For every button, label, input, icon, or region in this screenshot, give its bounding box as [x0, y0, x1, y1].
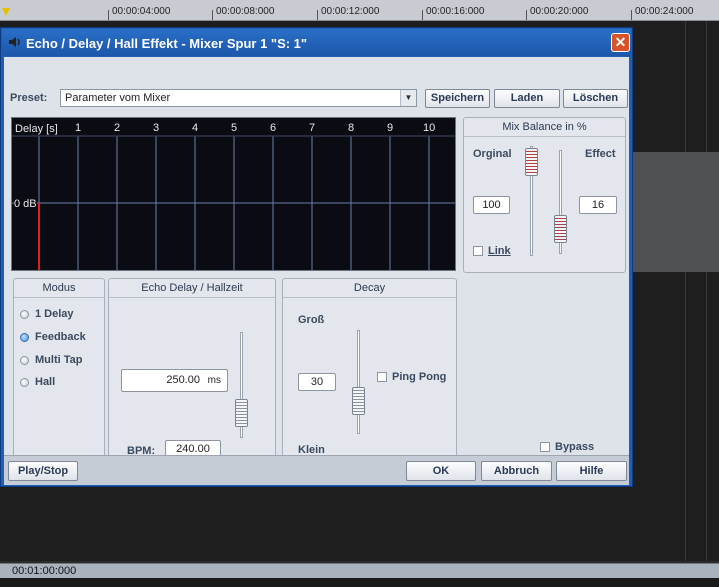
decay-title: Decay — [283, 279, 456, 298]
delay-value-field[interactable]: 250.00 ms — [121, 369, 228, 392]
delay-tick: 7 — [309, 122, 316, 134]
dialog-title: Echo / Delay / Hall Effekt - Mixer Spur … — [26, 36, 308, 51]
link-label: Link — [488, 245, 511, 257]
load-preset-button[interactable]: Laden — [494, 89, 560, 108]
ping-pong-checkbox[interactable] — [377, 372, 387, 382]
dialog-footer: Play/Stop OK Abbruch Hilfe — [4, 455, 629, 485]
radio-multi-tap[interactable] — [20, 356, 29, 365]
ping-pong-label: Ping Pong — [392, 371, 447, 383]
help-button[interactable]: Hilfe — [556, 461, 627, 481]
speaker-icon — [9, 37, 20, 47]
decay-gross-label: Groß — [298, 314, 325, 326]
bottom-strip — [0, 578, 719, 587]
preset-label: Preset: — [10, 92, 48, 104]
chevron-down-icon[interactable]: ▼ — [400, 90, 416, 106]
bypass-label: Bypass — [555, 441, 595, 453]
audio-clip[interactable] — [632, 152, 719, 272]
effect-value-field[interactable]: 16 — [579, 196, 617, 214]
radio-feedback-label[interactable]: Feedback — [35, 331, 86, 343]
mix-balance-title: Mix Balance in % — [464, 118, 625, 137]
ok-button[interactable]: OK — [406, 461, 476, 481]
position-bar: 00:01:00:000 — [0, 563, 719, 579]
cancel-button[interactable]: Abbruch — [481, 461, 552, 481]
original-label: Orginal — [473, 148, 512, 160]
delay-graph-grid — [12, 135, 455, 270]
save-preset-button[interactable]: Speichern — [425, 89, 490, 108]
timeline-label: 00:00:16:000 — [426, 6, 485, 17]
original-value-field[interactable]: 100 — [473, 196, 510, 214]
delay-tick: 6 — [270, 122, 277, 134]
decay-slider-track[interactable] — [357, 330, 360, 434]
delay-graph: Delay [s] 1 2 3 4 5 6 7 8 9 10 0 dB — [11, 117, 456, 271]
decay-value-field[interactable]: 30 — [298, 373, 336, 391]
timeline-label: 00:00:24:000 — [635, 6, 694, 17]
playhead-marker[interactable] — [2, 8, 10, 16]
radio-multi-tap-label[interactable]: Multi Tap — [35, 354, 82, 366]
position-time: 00:01:00:000 — [12, 565, 77, 577]
timeline-label: 00:00:08:000 — [216, 6, 275, 17]
delay-unit: ms — [207, 375, 221, 386]
decay-slider-thumb[interactable] — [352, 387, 365, 415]
delay-tick: 9 — [387, 122, 394, 134]
delay-tick: 8 — [348, 122, 355, 134]
delay-axis-label: Delay [s] — [15, 123, 58, 135]
delay-slider-thumb[interactable] — [235, 399, 248, 427]
effect-label: Effect — [585, 148, 616, 160]
db-label: 0 dB — [14, 198, 37, 210]
delay-tick: 10 — [423, 122, 436, 134]
delay-tick: 1 — [75, 122, 82, 134]
radio-1-delay[interactable] — [20, 310, 29, 319]
delay-tick: 4 — [192, 122, 199, 134]
timeline-label: 00:00:20:000 — [530, 6, 589, 17]
delay-tick: 5 — [231, 122, 238, 134]
delay-tick: 3 — [153, 122, 160, 134]
delay-value: 250.00 — [166, 374, 200, 386]
dialog-titlebar[interactable]: Echo / Delay / Hall Effekt - Mixer Spur … — [2, 29, 631, 56]
radio-hall[interactable] — [20, 378, 29, 387]
radio-1-delay-label[interactable]: 1 Delay — [35, 308, 74, 320]
radio-hall-label[interactable]: Hall — [35, 376, 55, 388]
timeline-label: 00:00:04:000 — [112, 6, 171, 17]
radio-feedback[interactable] — [20, 333, 29, 342]
preset-value: Parameter vom Mixer — [65, 92, 171, 104]
dialog-body: Preset: Parameter vom Mixer ▼ Speichern … — [4, 57, 629, 485]
timeline-ruler[interactable]: 00:00:04:000 00:00:08:000 00:00:12:000 0… — [0, 0, 719, 21]
decay-group: Decay Groß Klein 30 Ping Pong — [282, 278, 457, 471]
original-slider-thumb[interactable] — [525, 148, 538, 176]
play-stop-button[interactable]: Play/Stop — [8, 461, 78, 481]
bypass-checkbox[interactable] — [540, 442, 550, 452]
delete-preset-button[interactable]: Löschen — [563, 89, 628, 108]
echo-delay-group: Echo Delay / Hallzeit 250.00 ms BPM: 240… — [108, 278, 276, 471]
close-button[interactable]: ✕ — [611, 33, 630, 52]
delay-tick: 2 — [114, 122, 121, 134]
mix-balance-group: Mix Balance in % Orginal Effect 100 16 L… — [463, 117, 626, 273]
echo-delay-title: Echo Delay / Hallzeit — [109, 279, 275, 298]
modus-group: Modus 1 Delay Feedback Multi Tap Hall — [13, 278, 105, 471]
link-checkbox[interactable] — [473, 246, 483, 256]
modus-title: Modus — [14, 279, 104, 298]
preset-dropdown[interactable]: Parameter vom Mixer ▼ — [60, 89, 417, 107]
effect-dialog: Echo / Delay / Hall Effekt - Mixer Spur … — [0, 27, 633, 487]
timeline-label: 00:00:12:000 — [321, 6, 380, 17]
effect-slider-thumb[interactable] — [554, 215, 567, 243]
